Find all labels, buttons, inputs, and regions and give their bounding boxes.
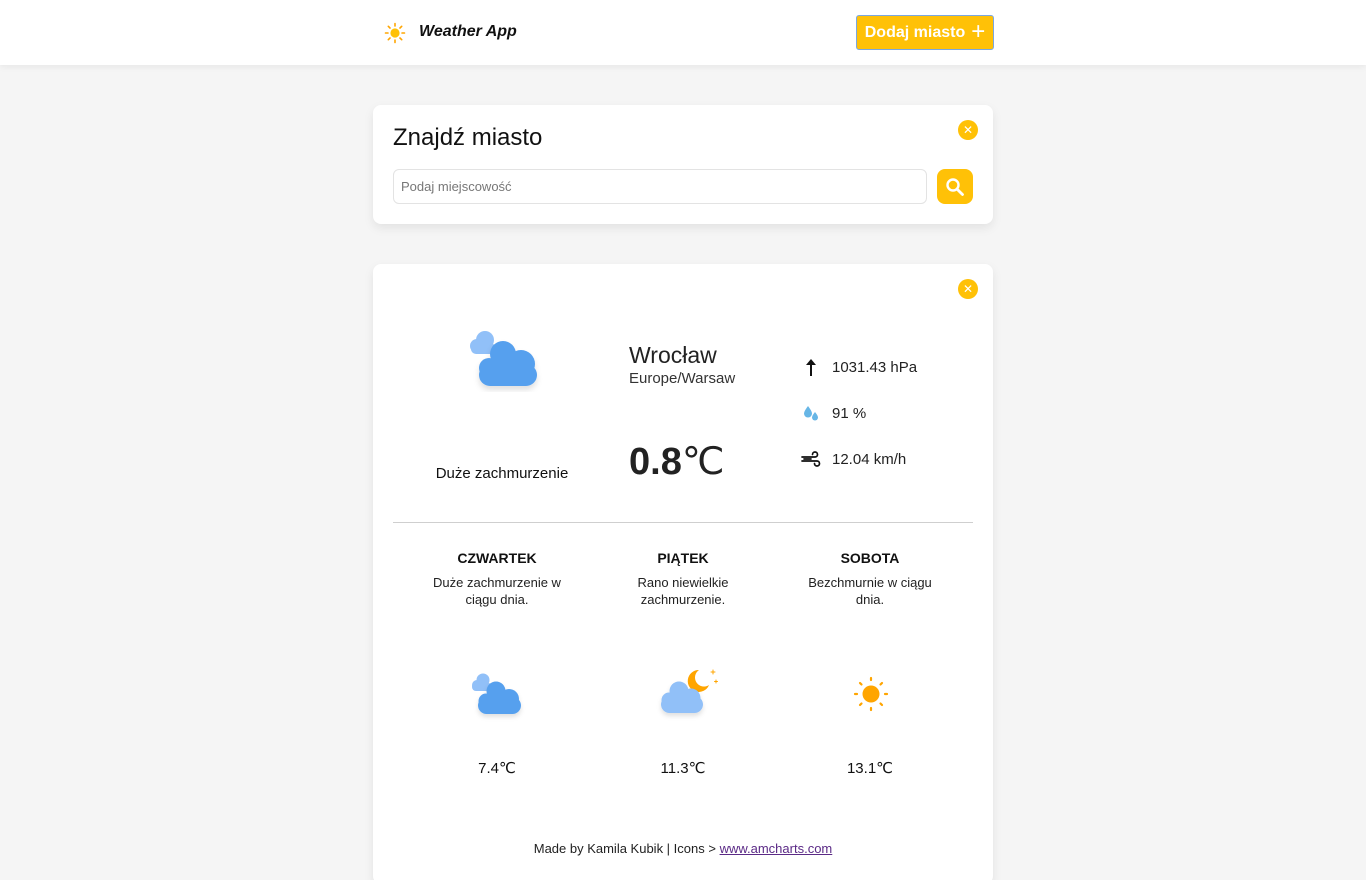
forecast-description: Rano niewielkie zachmurzenie. [637,575,729,607]
current-description: Duże zachmurzenie [435,465,569,482]
app-header: Weather App Dodaj miasto + [0,0,1366,65]
pressure-stat: 1031.43 hPa [801,355,917,379]
humidity-value: 91 % [832,404,867,422]
forecast-day: PIĄTEK Rano niewielkie zachmurzenie. [588,550,778,608]
temperature-unit: ℃ [681,441,725,483]
arrow-up-icon [806,359,816,376]
humidity-stat: 91 % [801,401,866,425]
sun-icon [853,676,889,712]
pressure-value: 1031.43 hPa [832,358,918,376]
footer: Made by Kamila Kubik | Icons > www.amcha… [373,841,993,856]
droplet-icon [804,406,818,421]
search-icon [946,177,964,196]
timezone: Europe/Warsaw [629,370,736,387]
forecast-description: Bezchmurnie w ciągu dnia. [808,575,932,607]
add-city-label: Dodaj miasto [864,23,966,41]
weather-card: ✕ Duże zachmurzenie Wrocław Europe/Warsa… [373,264,993,880]
amcharts-link[interactable]: www.amcharts.com [720,841,833,856]
forecast-day: CZWARTEK Duże zachmurzenie w ciągu dnia. [402,550,592,608]
forecast-day: SOBOTA Bezchmurnie w ciągu dnia. [775,550,965,608]
search-input[interactable] [393,169,927,204]
wind-icon [801,451,821,467]
search-card: ✕ Znajdź miasto [373,105,993,224]
forecast-day-name: SOBOTA [840,550,900,566]
cloudy-icon [470,331,537,386]
temperature-value: 0.8 [629,441,682,483]
close-icon[interactable]: ✕ [958,279,978,299]
wind-value: 12.04 km/h [832,450,907,468]
divider [393,522,973,523]
search-title: Znajdź miasto [393,124,543,151]
plus-icon: + [971,17,986,45]
forecast-description: Duże zachmurzenie w ciągu dnia. [433,575,561,607]
sun-icon [384,22,406,44]
cloudy-icon [472,673,521,714]
footer-text: Made by Kamila Kubik | Icons > [533,841,720,856]
forecast-temperature: 13.1℃ [846,760,894,777]
wind-stat: 12.04 km/h [801,447,906,471]
forecast-day-name: CZWARTEK [457,550,537,566]
city-name: Wrocław [629,342,717,368]
close-icon[interactable]: ✕ [958,120,978,140]
cloudy-night-icon [661,669,718,713]
forecast-day-name: PIĄTEK [657,550,709,566]
forecast-temperature: 7.4℃ [478,760,516,777]
add-city-button[interactable]: Dodaj miasto + [856,15,994,50]
search-button[interactable] [937,169,973,204]
forecast-temperature: 11.3℃ [660,760,706,777]
app-title: Weather App [419,23,517,40]
current-temperature: 0.8℃ [629,439,725,484]
